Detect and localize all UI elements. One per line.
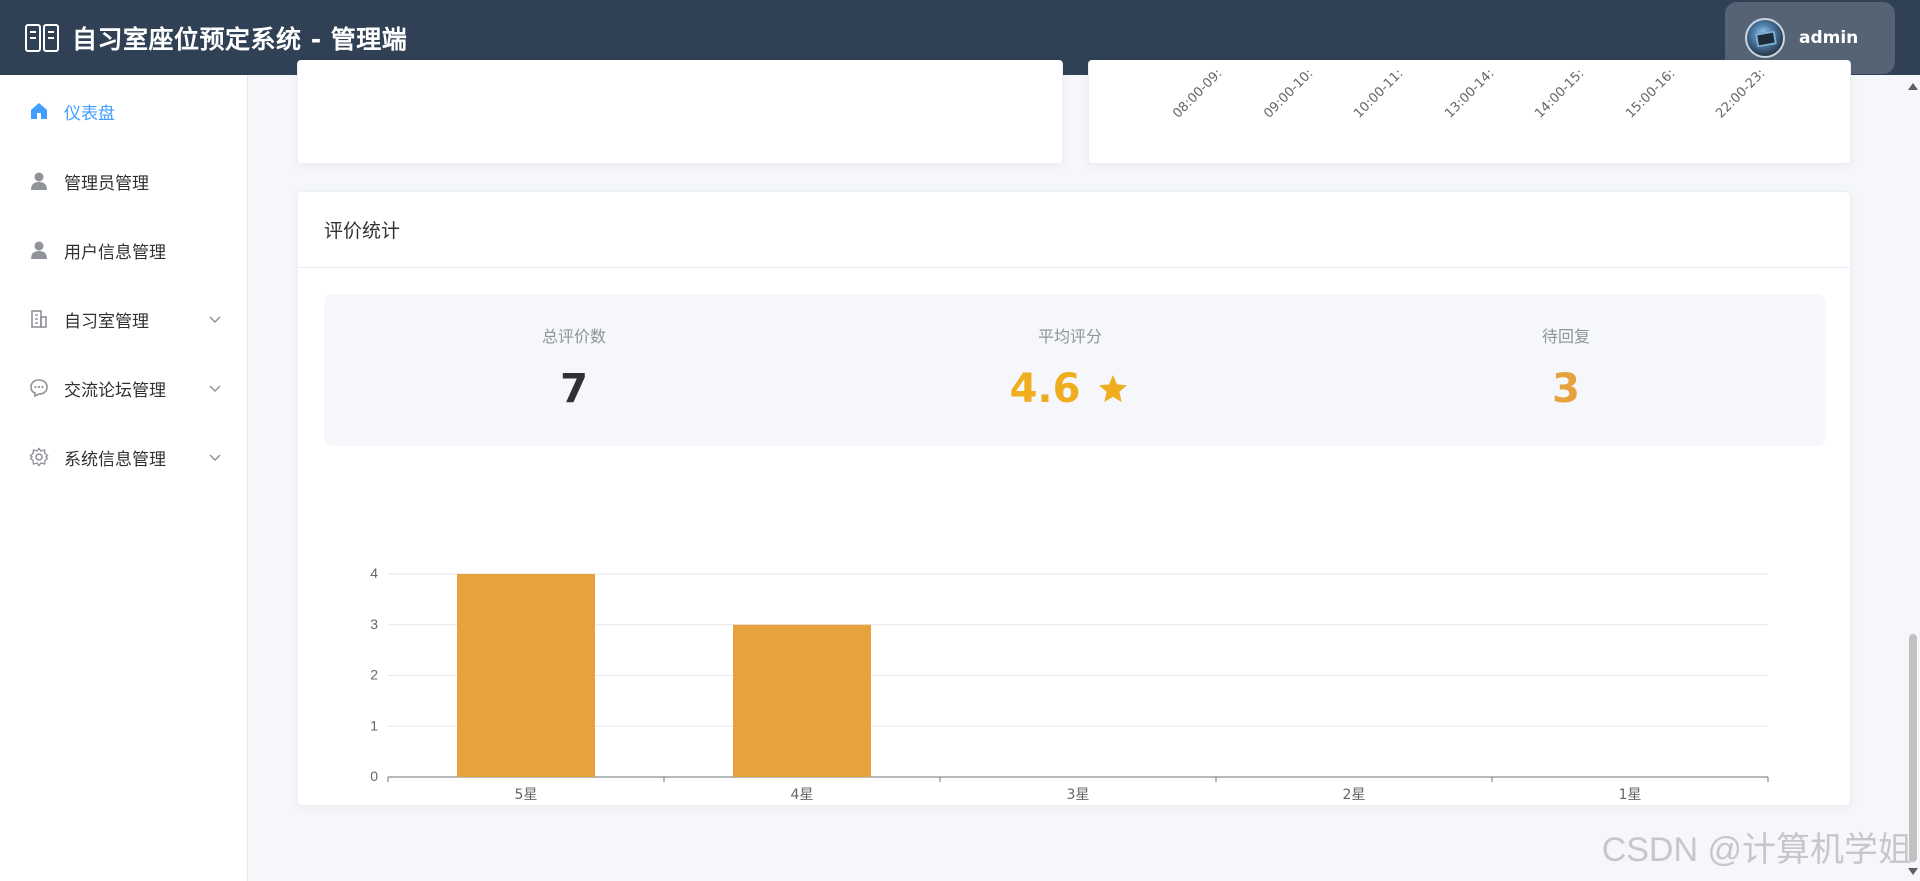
sidebar-item-system[interactable]: 系统信息管理 (0, 427, 248, 487)
x-tick-label: 1星 (1619, 787, 1642, 803)
time-slot-label: 13:00-14: (1441, 66, 1497, 122)
stat-average-value: 4.6 (1009, 366, 1081, 412)
home-icon (28, 100, 50, 122)
x-tick-label: 2星 (1343, 787, 1366, 803)
sidebar-item-dashboard[interactable]: 仪表盘 (0, 81, 248, 141)
sidebar-item-study-rooms[interactable]: 自习室管理 (0, 289, 248, 349)
time-slot-label: 10:00-11: (1351, 66, 1407, 122)
stat-average: 平均评分 4.6 (820, 294, 1320, 446)
chat-icon (28, 377, 50, 399)
sidebar-item-label: 交流论坛管理 (64, 380, 166, 401)
user-icon (28, 170, 50, 192)
y-tick-label: 2 (370, 667, 378, 683)
x-tick-label: 5星 (515, 787, 538, 803)
y-tick-label: 3 (370, 616, 378, 632)
sidebar-item-forum[interactable]: 交流论坛管理 (0, 358, 248, 418)
bar (457, 574, 595, 777)
sidebar-item-label: 仪表盘 (64, 103, 115, 124)
stat-pending-value: 3 (1552, 366, 1580, 412)
x-tick-label: 4星 (791, 787, 814, 803)
stat-total-value: 7 (560, 366, 588, 412)
app-title: 自习室座位预定系统 - 管理端 (72, 24, 408, 54)
sidebar-item-label: 自习室管理 (64, 311, 149, 332)
time-slot-label: 09:00-10: (1260, 66, 1316, 122)
star-icon (1099, 375, 1128, 403)
y-tick-label: 0 (370, 768, 378, 784)
time-slot-label: 14:00-15: (1532, 66, 1588, 122)
sidebar-item-admins[interactable]: 管理员管理 (0, 151, 248, 211)
stat-label: 平均评分 (1037, 327, 1102, 346)
stat-pending: 待回复 3 (1316, 294, 1816, 446)
sidebar: 仪表盘 管理员管理 用户信息管理 自习室管理 交流论坛管理 系统信息管理 (0, 75, 248, 881)
chevron-down-icon (209, 316, 221, 324)
stat-label: 待回复 (1541, 327, 1590, 346)
building-icon (28, 308, 50, 330)
rating-distribution-chart: 0 1 2 3 4 5星 4星 3星 2星 1星 (370, 565, 1769, 803)
sidebar-item-label: 用户信息管理 (64, 242, 166, 263)
card-title: 评价统计 (298, 192, 1850, 268)
username: admin (1799, 28, 1859, 48)
sidebar-item-label: 系统信息管理 (64, 449, 166, 470)
sidebar-item-users[interactable]: 用户信息管理 (0, 220, 248, 280)
y-tick-label: 1 (370, 717, 378, 733)
book-icon (25, 23, 59, 52)
y-tick-label: 4 (370, 565, 378, 581)
sidebar-item-label: 管理员管理 (64, 173, 149, 194)
time-slot-label: 15:00-16: (1622, 66, 1678, 122)
time-slot-chart-card: 08:00-09: 09:00-10: 10:00-11: 13:00-14: 14:0… (1088, 60, 1851, 164)
stats-summary: 总评价数 7 平均评分 4.6 待回复 3 (324, 294, 1826, 446)
time-slot-label: 22:00-23: (1713, 66, 1769, 122)
chevron-down-icon (209, 385, 221, 393)
brand: 自习室座位预定系统 - 管理端 (24, 20, 407, 56)
avatar (1745, 18, 1785, 58)
chevron-down-icon (209, 454, 221, 462)
top-left-card (297, 60, 1063, 164)
time-slot-label: 08:00-09: (1170, 66, 1226, 122)
bar (733, 624, 871, 777)
stat-label: 总评价数 (541, 327, 606, 346)
gear-icon (28, 446, 50, 468)
x-tick-label: 3星 (1067, 787, 1090, 803)
watermark: CSDN @计算机学姐 (1601, 831, 1912, 869)
scroll-up-arrow-icon[interactable] (1908, 83, 1918, 90)
page-scrollbar[interactable] (1906, 75, 1920, 881)
user-icon (28, 239, 50, 261)
stat-total: 总评价数 7 (324, 294, 824, 446)
evaluation-stats-card: 评价统计 总评价数 7 平均评分 4.6 待回复 3 0 1 2 3 4 5星 4星 3星 2星… (297, 191, 1851, 806)
